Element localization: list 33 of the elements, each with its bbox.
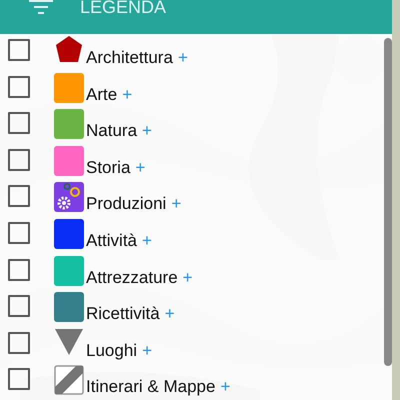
checkbox[interactable] [8, 148, 30, 171]
category-label: Itinerari & Mappe [86, 377, 216, 398]
category-label: Ricettività [86, 304, 160, 324]
checkbox[interactable] [8, 222, 30, 244]
expand-button[interactable]: + [142, 230, 152, 251]
expand-button[interactable]: + [142, 340, 152, 361]
checkbox[interactable] [8, 332, 30, 354]
expand-button[interactable]: + [135, 158, 146, 178]
expand-button[interactable]: + [178, 48, 188, 68]
category-label: Natura [86, 121, 138, 142]
scrollbar[interactable] [384, 38, 392, 366]
expand-button[interactable]: + [171, 194, 182, 214]
checkbox[interactable] [8, 368, 30, 390]
expand-button[interactable]: + [182, 268, 193, 288]
expand-button[interactable]: + [142, 121, 152, 142]
category-label: Arte [86, 84, 118, 105]
category-label: Architettura [86, 48, 173, 68]
category-label: Produzioni [86, 194, 166, 214]
checkbox[interactable] [8, 258, 30, 281]
expand-button[interactable]: + [220, 377, 230, 398]
checkbox[interactable] [8, 295, 30, 318]
header-title: LEGENDA [80, 0, 166, 19]
category-label: Attività [86, 230, 138, 251]
checkbox[interactable] [8, 185, 30, 208]
category-label: Attrezzature [86, 268, 178, 288]
category-label: Storia [86, 158, 130, 178]
expand-button[interactable]: + [122, 84, 132, 105]
filter-icon[interactable] [29, 0, 53, 14]
checkbox[interactable] [8, 76, 30, 98]
category-label: Luoghi [86, 340, 138, 361]
checkbox[interactable] [8, 39, 30, 61]
checkbox[interactable] [8, 112, 30, 134]
expand-button[interactable]: + [164, 304, 175, 324]
